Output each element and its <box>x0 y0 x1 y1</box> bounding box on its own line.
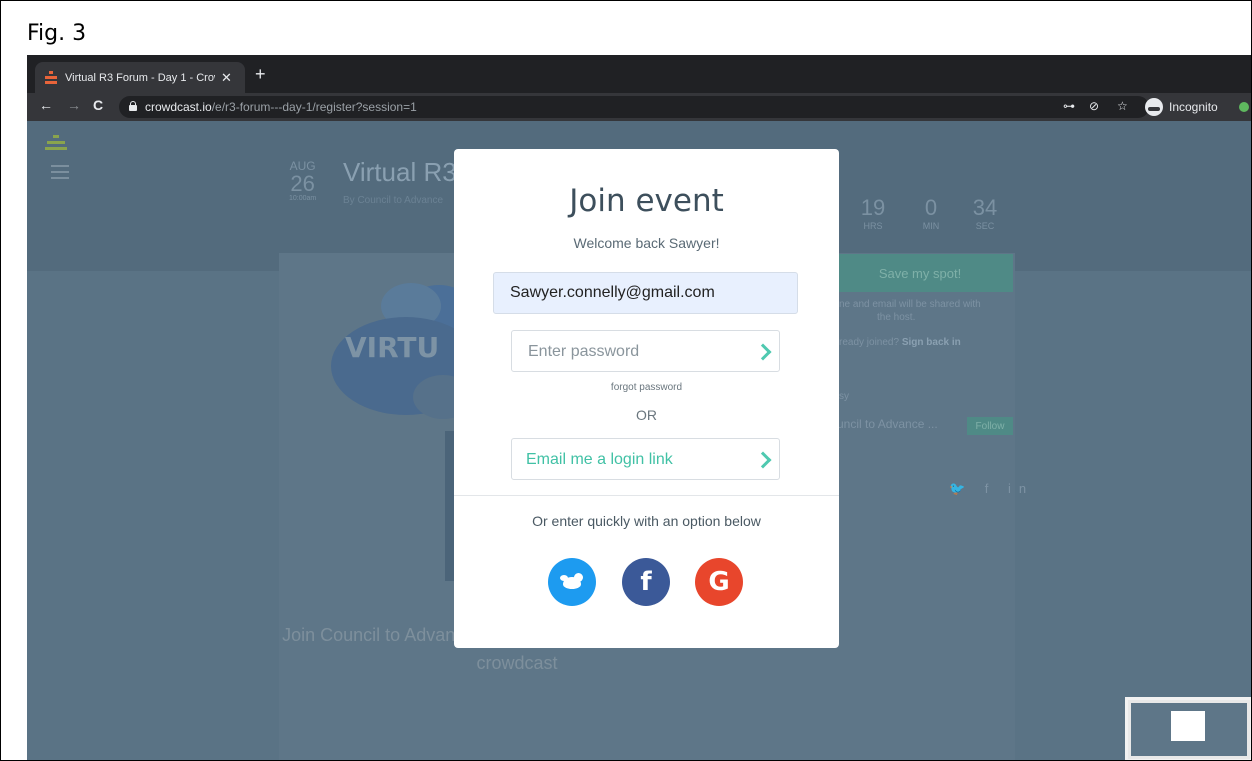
browser-tab[interactable]: Virtual R3 Forum - Day 1 - Crowdcast ✕ <box>35 62 245 93</box>
alternative-login-text: Or enter quickly with an option below <box>532 513 761 529</box>
virtual-banner-text: VIRTU <box>345 331 440 364</box>
facebook-login-button[interactable]: f <box>622 558 670 606</box>
email-login-link-button[interactable]: Email me a login link <box>511 438 780 480</box>
twitter-icon <box>560 572 584 592</box>
countdown-seconds: 34 SEC <box>965 195 1005 231</box>
incognito-label: Incognito <box>1169 100 1218 114</box>
email-login-link-label: Email me a login link <box>526 451 673 468</box>
browser-window: Virtual R3 Forum - Day 1 - Crowdcast ✕ +… <box>27 55 1251 760</box>
url-path: /e/r3-forum---day-1/register?session=1 <box>211 100 417 114</box>
thumbnail-modal-preview <box>1171 711 1205 741</box>
tab-title: Virtual R3 Forum - Day 1 - Crowdcast <box>65 71 215 84</box>
privacy-note-2: the host. <box>877 312 916 323</box>
host-fragment: sy <box>839 391 849 402</box>
profile-icon[interactable] <box>1239 102 1249 112</box>
hamburger-menu-icon[interactable] <box>51 165 69 183</box>
countdown-number: 0 <box>924 195 938 220</box>
tab-close-icon[interactable]: ✕ <box>221 70 232 86</box>
email-field[interactable]: Sawyer.connelly@gmail.com <box>493 272 798 314</box>
privacy-note: ne and email will be shared with <box>839 299 981 310</box>
event-host: By Council to Advance <box>343 195 444 206</box>
reload-button[interactable]: C <box>93 97 103 113</box>
countdown-number: 19 <box>860 195 886 220</box>
already-joined-text: ready joined? Sign back in <box>839 337 961 348</box>
forward-button[interactable]: → <box>67 97 81 113</box>
countdown-number: 34 <box>972 195 998 220</box>
crowdcast-logo-icon <box>45 135 67 155</box>
event-title: Virtual R3 <box>343 157 457 187</box>
sign-back-in-link[interactable]: Sign back in <box>902 337 961 348</box>
crowdcast-favicon-icon <box>45 70 57 85</box>
password-placeholder: Enter password <box>528 343 640 360</box>
share-icons: 🐦 f in <box>949 481 1035 496</box>
divider <box>454 495 839 496</box>
google-login-button[interactable]: G <box>695 558 743 606</box>
tab-strip: Virtual R3 Forum - Day 1 - Crowdcast ✕ + <box>27 55 1251 93</box>
forgot-password-link[interactable]: forgot password <box>454 382 839 393</box>
welcome-message: Welcome back Sawyer! <box>573 235 720 251</box>
countdown-unit: HRS <box>863 221 883 231</box>
video-thumbnail[interactable] <box>1125 697 1251 760</box>
date-time: 10:00am <box>289 195 317 202</box>
event-date: AUG 26 10:00am <box>289 159 316 202</box>
join-event-modal: Join event Welcome back Sawyer! Sawyer.c… <box>454 149 839 648</box>
already-joined-label: ready joined? <box>839 337 900 348</box>
countdown-minutes: 0 MIN <box>911 195 951 231</box>
url-host: crowdcast.io <box>145 100 212 114</box>
url-text[interactable]: crowdcast.io/e/r3-forum---day-1/register… <box>145 100 417 114</box>
incognito-icon <box>1145 98 1163 116</box>
save-my-spot-button[interactable]: Save my spot! <box>827 254 1013 292</box>
figure-frame: Fig. 3 Virtual R3 Forum - Day 1 - Crowdc… <box>0 0 1252 761</box>
tracking-eye-icon[interactable]: ⊘ <box>1089 99 1099 113</box>
countdown-hours: 19 HRS <box>853 195 893 231</box>
lock-icon[interactable] <box>129 101 137 111</box>
date-day: 26 <box>290 171 315 196</box>
host-name: uncil to Advance ... <box>837 417 938 431</box>
or-separator: OR <box>636 407 657 423</box>
key-icon[interactable]: ⊶ <box>1063 99 1075 113</box>
countdown-unit: SEC <box>975 221 995 231</box>
password-field[interactable]: Enter password <box>511 330 780 372</box>
incognito-indicator[interactable]: Incognito <box>1145 96 1218 118</box>
chevron-right-icon <box>757 451 767 467</box>
chevron-right-icon[interactable] <box>757 343 767 359</box>
follow-button[interactable]: Follow <box>967 417 1013 435</box>
facebook-icon: f <box>640 567 652 597</box>
figure-label: Fig. 3 <box>27 21 87 46</box>
modal-title: Join event <box>569 183 724 219</box>
new-tab-button[interactable]: + <box>255 64 266 85</box>
twitter-login-button[interactable] <box>548 558 596 606</box>
address-bar[interactable]: crowdcast.io/e/r3-forum---day-1/register… <box>119 96 1149 118</box>
countdown-unit: MIN <box>922 221 940 231</box>
back-button[interactable]: ← <box>39 97 53 113</box>
bookmark-star-icon[interactable]: ☆ <box>1117 99 1128 113</box>
browser-toolbar: ← → C crowdcast.io/e/r3-forum---day-1/re… <box>27 93 1251 121</box>
google-icon: G <box>708 567 730 597</box>
